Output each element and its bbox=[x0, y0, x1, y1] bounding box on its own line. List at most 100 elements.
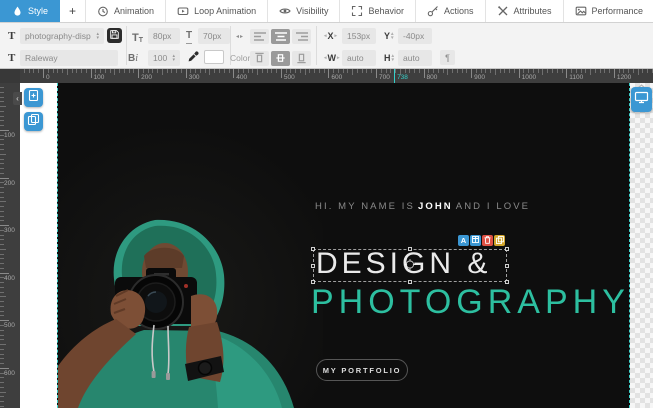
tab-label: Attributes bbox=[514, 6, 552, 16]
duplicate-slide-button[interactable] bbox=[24, 112, 43, 131]
tab-animation[interactable]: Animation bbox=[86, 0, 166, 22]
ruler-tick bbox=[0, 120, 4, 121]
ruler-tick bbox=[452, 69, 453, 73]
ruler-tick bbox=[105, 69, 106, 73]
align-bottom-button[interactable] bbox=[292, 51, 311, 66]
font-size-field[interactable]: 80px bbox=[148, 28, 180, 44]
resize-handle[interactable] bbox=[311, 247, 315, 251]
tab-style[interactable]: Style bbox=[0, 0, 60, 22]
offslide-area bbox=[630, 83, 653, 408]
ruler-tick bbox=[0, 235, 4, 236]
ruler-label: 800 bbox=[427, 74, 438, 81]
align-right-button[interactable] bbox=[292, 29, 311, 44]
font-family-field[interactable]: Raleway bbox=[20, 50, 118, 66]
ruler-label: 1100 bbox=[569, 74, 583, 81]
vertical-align-group bbox=[250, 50, 311, 66]
ruler-tick bbox=[533, 69, 534, 73]
heading-photography[interactable]: PHOTOGRAPHY bbox=[311, 283, 630, 322]
ruler-tick bbox=[376, 69, 377, 78]
line-height-field[interactable]: 70px bbox=[198, 28, 230, 44]
align-middle-button[interactable] bbox=[271, 51, 290, 66]
ruler-tick bbox=[0, 244, 4, 245]
intro-text[interactable]: HI. MY NAME ISJOHNAND I LOVE bbox=[315, 201, 530, 212]
performance-icon bbox=[575, 5, 587, 17]
collapse-panel-button[interactable]: ‹ bbox=[13, 92, 22, 105]
ruler-tick bbox=[181, 69, 182, 73]
ruler-tick bbox=[300, 69, 301, 73]
tab-add[interactable]: + bbox=[60, 0, 86, 22]
tab-performance[interactable]: Performance bbox=[564, 0, 653, 22]
resize-handle[interactable] bbox=[408, 247, 412, 251]
desktop-preview-button[interactable] bbox=[631, 87, 652, 112]
tab-visibility[interactable]: Visibility bbox=[268, 0, 340, 22]
x-position-field[interactable]: 153px bbox=[342, 28, 376, 44]
slide[interactable]: HI. MY NAME ISJOHNAND I LOVE A bbox=[57, 83, 630, 408]
ruler-tick bbox=[0, 254, 4, 255]
ruler-tick bbox=[438, 69, 439, 73]
photographer-image[interactable] bbox=[58, 128, 323, 408]
add-slide-button[interactable] bbox=[24, 88, 43, 107]
selected-text-element[interactable]: DESIGN & bbox=[313, 249, 507, 282]
ruler-tick bbox=[100, 69, 101, 73]
loop-animation-icon bbox=[177, 5, 189, 17]
resize-handle[interactable] bbox=[505, 264, 509, 268]
width-field[interactable]: auto bbox=[342, 50, 376, 66]
ruler-label: 500 bbox=[4, 322, 15, 329]
color-swatch[interactable] bbox=[204, 50, 224, 64]
ruler-tick bbox=[86, 69, 87, 73]
ruler-tick bbox=[143, 69, 144, 73]
ruler-tick bbox=[485, 69, 486, 73]
ruler-tick bbox=[95, 69, 96, 73]
ruler-tick bbox=[76, 69, 77, 73]
monitor-icon bbox=[634, 91, 649, 109]
ruler-tick bbox=[490, 69, 491, 73]
height-field[interactable]: auto bbox=[398, 50, 432, 66]
align-center-button[interactable] bbox=[271, 29, 290, 44]
ruler-tick bbox=[381, 69, 382, 73]
portfolio-button[interactable]: MY PORTFOLIO bbox=[316, 359, 408, 381]
y-position-field[interactable]: -40px bbox=[398, 28, 432, 44]
eyedropper-button[interactable] bbox=[188, 50, 199, 66]
ruler-tick bbox=[462, 69, 463, 73]
duplicate-button[interactable] bbox=[494, 235, 505, 246]
letter-spacing-icon[interactable]: ◂▸ bbox=[236, 28, 244, 44]
align-top-button[interactable] bbox=[250, 51, 269, 66]
trash-icon bbox=[484, 236, 491, 246]
ruler-tick bbox=[48, 69, 49, 73]
ruler-tick bbox=[0, 159, 4, 160]
ruler-tick bbox=[0, 287, 4, 288]
delete-button[interactable] bbox=[482, 235, 493, 246]
ruler-tick bbox=[114, 69, 115, 75]
bold-italic-toggle[interactable]: Bi bbox=[128, 50, 138, 66]
resize-handle[interactable] bbox=[505, 247, 509, 251]
resize-handle[interactable] bbox=[311, 264, 315, 268]
tab-behavior[interactable]: Behavior bbox=[340, 0, 416, 22]
align-left-button[interactable] bbox=[250, 29, 269, 44]
ruler-tick bbox=[195, 69, 196, 73]
paragraph-button[interactable]: ¶ bbox=[440, 50, 455, 65]
ruler-tick bbox=[519, 69, 520, 78]
edit-text-button[interactable]: A bbox=[458, 235, 469, 246]
x-position-label: ◂ X ▸ bbox=[324, 28, 337, 44]
ruler-tick bbox=[243, 69, 244, 73]
save-style-button[interactable] bbox=[107, 28, 122, 43]
text-style-select[interactable]: photography-disp ▴▾ bbox=[20, 28, 104, 44]
ruler-tick bbox=[91, 69, 92, 78]
selection-toolbar: A bbox=[458, 235, 505, 246]
tab-loop-animation[interactable]: Loop Animation bbox=[166, 0, 268, 22]
ruler-tick bbox=[390, 69, 391, 73]
collapse-arrow-icon: ‹ bbox=[16, 94, 19, 103]
ruler-tick bbox=[0, 106, 6, 107]
ruler-tick bbox=[0, 111, 4, 112]
ruler-tick bbox=[457, 69, 458, 73]
ruler-label: 900 bbox=[474, 74, 485, 81]
tab-attributes[interactable]: Attributes bbox=[486, 0, 564, 22]
save-icon bbox=[109, 27, 120, 45]
settings-button[interactable] bbox=[470, 235, 481, 246]
ruler-tick bbox=[0, 154, 6, 155]
tab-actions[interactable]: Actions bbox=[416, 0, 486, 22]
ruler-tick bbox=[295, 69, 296, 73]
ruler-tick bbox=[0, 211, 4, 212]
font-weight-field[interactable]: 100 ▴▾ bbox=[148, 50, 180, 66]
toolbar-divider bbox=[126, 26, 127, 65]
